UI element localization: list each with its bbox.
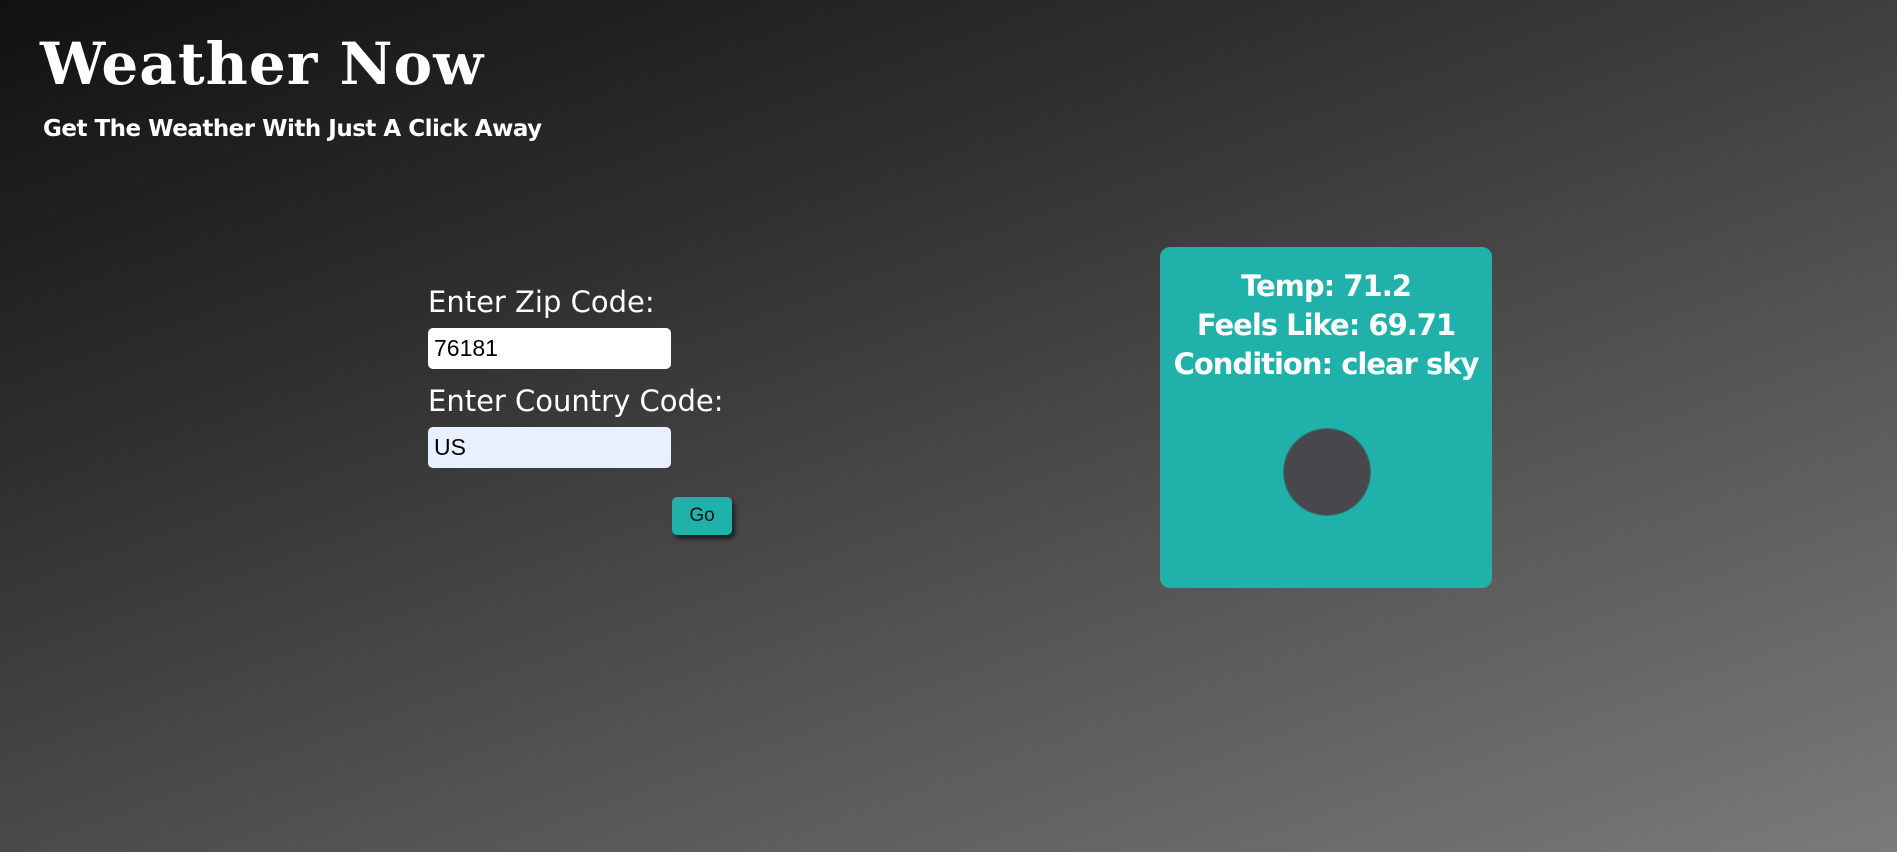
country-code-label: Enter Country Code: <box>428 384 724 418</box>
condition-text: Condition: clear sky <box>1173 347 1480 381</box>
go-button[interactable]: Go <box>672 497 732 535</box>
weather-card: Temp: 71.2 Feels Like: 69.71 Condition: … <box>1160 247 1492 588</box>
app-subtitle: Get The Weather With Just A Click Away <box>43 116 542 142</box>
app-title: Weather Now <box>40 30 485 98</box>
temp-text: Temp: 71.2 <box>1241 269 1412 303</box>
zip-code-label: Enter Zip Code: <box>428 285 655 319</box>
country-code-input[interactable] <box>428 427 671 468</box>
weather-form: Enter Zip Code: Enter Country Code: Go <box>428 282 748 535</box>
zip-code-input[interactable] <box>428 328 671 369</box>
feels-like-text: Feels Like: 69.71 <box>1196 308 1456 342</box>
weather-condition-icon <box>1284 429 1370 515</box>
